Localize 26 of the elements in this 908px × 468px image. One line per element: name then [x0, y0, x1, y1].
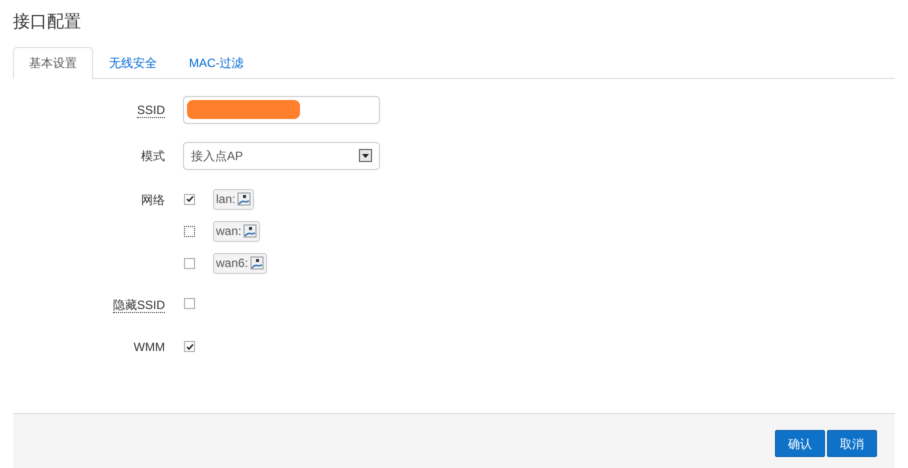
checkbox[interactable] — [184, 298, 195, 308]
network-port-icon — [243, 224, 258, 238]
field-label: 模式 — [141, 148, 165, 162]
network-name: wan6: — [216, 255, 248, 272]
network-port-icon — [237, 192, 252, 206]
network-name: lan: — [216, 191, 236, 208]
network-name: wan: — [216, 223, 242, 240]
tab[interactable]: 基本设置 — [13, 46, 93, 78]
mode-select[interactable]: 接入点AP — [183, 142, 380, 170]
checkbox[interactable] — [184, 258, 195, 268]
network-port-icon — [250, 256, 264, 270]
field-label: 网络 — [141, 192, 165, 206]
field-label: SSID — [136, 102, 165, 118]
checkmark-icon — [186, 195, 194, 203]
action-button[interactable]: 取消 — [827, 430, 877, 457]
ssid-input-field[interactable] — [183, 96, 380, 124]
page-title: 接口配置 — [13, 11, 82, 34]
action-button[interactable]: 确认 — [775, 430, 825, 457]
field-label: WMM — [134, 340, 165, 354]
field-label: 隐藏SSID — [112, 298, 165, 312]
checkbox[interactable] — [184, 194, 195, 204]
checkbox[interactable] — [184, 341, 195, 352]
tab[interactable]: 无线安全 — [93, 46, 173, 78]
tab[interactable]: MAC-过滤 — [173, 46, 260, 78]
checkbox[interactable] — [184, 226, 195, 236]
checkmark-icon — [186, 342, 194, 350]
